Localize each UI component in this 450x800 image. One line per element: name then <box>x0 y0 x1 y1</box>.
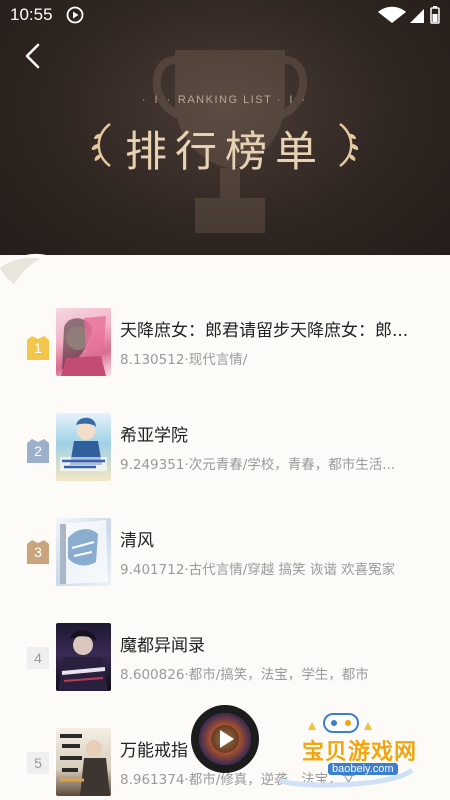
watermark-url: baobeiy.com <box>328 763 398 775</box>
rank-number: 2 <box>34 443 42 459</box>
status-time: 10:55 <box>10 5 53 24</box>
signal-icon <box>410 9 424 23</box>
watermark-text: 宝贝游戏网 <box>302 740 418 765</box>
battery-icon <box>430 6 440 24</box>
ranking-subtitle-row: · I · RANKING LIST · I · <box>141 94 309 106</box>
book-meta: 9.249351·次元青春/学校，青春，都市生活... <box>120 457 396 473</box>
book-cover <box>56 728 111 796</box>
paper-curl <box>0 253 450 290</box>
rank-number: 4 <box>27 647 49 669</box>
media-playing-icon <box>66 6 84 24</box>
list-item[interactable]: 3 清风 9.401712·古代言情/穿越 搞笑 诙谐 欢喜冤家 <box>0 518 450 602</box>
book-title: 天降庶女：郎君请留步天降庶女：郎... <box>120 321 409 341</box>
list-item[interactable]: 1 天降庶女：郎君请留步天降庶女：郎... 8.130512·现代言情/ <box>0 308 450 392</box>
rank-number: 5 <box>27 752 49 774</box>
book-meta: 8.130512·现代言情/ <box>120 352 248 368</box>
audio-play-button[interactable] <box>190 704 260 774</box>
status-bar: 10:55 <box>0 0 450 30</box>
laurel-right-icon <box>339 122 359 167</box>
rank-number: 1 <box>34 340 42 356</box>
ranking-subtitle: RANKING LIST <box>177 94 273 106</box>
book-meta: 9.401712·古代言情/穿越 搞笑 诙谐 欢喜冤家 <box>120 562 396 578</box>
book-title: 希亚学院 <box>120 426 188 446</box>
book-meta: 8.600826·都市/搞笑，法宝，学生，都市 <box>120 667 369 683</box>
ranking-header: 10:55 · I · RANKING LIST · I · 排行榜单 <box>0 0 450 270</box>
book-cover <box>56 413 111 481</box>
watermark-logo: 宝贝游戏网 baobeiy.com <box>272 710 422 790</box>
rank-number: 3 <box>34 544 42 560</box>
status-icons <box>378 6 440 24</box>
list-item[interactable]: 2 希亚学院 9.249351·次元青春/学校，青春，都市生活... <box>0 413 450 497</box>
list-item[interactable]: 4 魔都异闻录 8.600826·都市/搞笑，法宝，学生，都市 <box>0 623 450 707</box>
book-cover <box>56 518 111 586</box>
book-title: 清风 <box>120 531 154 551</box>
page-title: 排行榜单 <box>124 127 325 176</box>
wifi-icon <box>378 6 406 23</box>
book-title: 魔都异闻录 <box>120 636 205 656</box>
back-arrow-icon[interactable] <box>20 42 46 70</box>
book-cover <box>56 308 111 376</box>
book-cover <box>56 623 111 691</box>
